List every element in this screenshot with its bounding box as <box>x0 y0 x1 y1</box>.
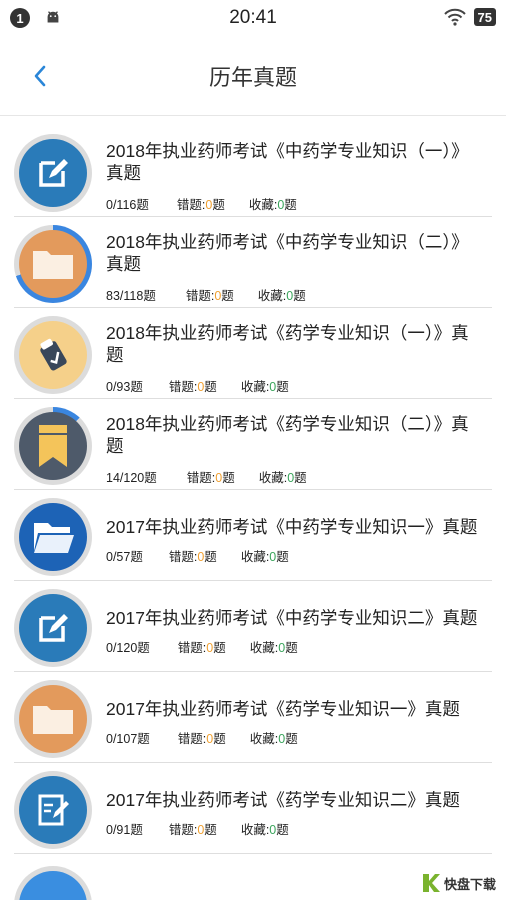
battery-indicator: 75 <box>473 8 496 26</box>
progress-count: 14/120 题 <box>106 471 157 485</box>
item-stats: 0/120 题 错题:0题 收藏:0题 <box>106 637 298 656</box>
item-title: 2018年执业药师考试《药学专业知识（一）》真题 <box>106 323 469 365</box>
app-header: 历年真题 <box>0 36 506 116</box>
watermark-logo-icon <box>421 872 441 894</box>
folder-icon <box>19 230 87 298</box>
progress-count: 0/116 题 <box>106 198 149 212</box>
item-stats: 83/118 题 错题:0题 收藏:0题 <box>106 285 306 304</box>
item-stats: 0/107 题 错题:0题 收藏:0题 <box>106 728 298 747</box>
item-title: 2018年执业药师考试《中药学专业知识（二）》真题 <box>106 232 469 274</box>
favorite-count[interactable]: 收藏:0题 <box>241 546 289 565</box>
status-bar: 1 20:41 75 <box>0 0 506 36</box>
favorite-count[interactable]: 收藏:0题 <box>258 285 306 304</box>
folder-icon <box>19 685 87 753</box>
partial-list-icon <box>14 866 92 900</box>
wrong-count[interactable]: 错题:0题 <box>169 376 217 395</box>
item-stats: 0/91 题 错题:0题 收藏:0题 <box>106 819 289 838</box>
progress-count: 0/93 题 <box>106 380 143 394</box>
item-icon-progress-ring <box>14 134 92 212</box>
bookmark-icon <box>19 412 87 480</box>
item-stats: 0/116 题 错题:0题 收藏:0题 <box>106 194 297 213</box>
wrong-count[interactable]: 错题:0题 <box>178 637 226 656</box>
favorite-count[interactable]: 收藏:0题 <box>250 637 298 656</box>
favorite-count[interactable]: 收藏:0题 <box>259 467 307 486</box>
check-tag-icon <box>19 321 87 389</box>
item-icon-progress-ring <box>14 225 92 303</box>
item-title: 2017年执业药师考试《药学专业知识二》真题 <box>106 790 460 810</box>
item-title: 2017年执业药师考试《中药学专业知识一》真题 <box>106 517 478 537</box>
wrong-count[interactable]: 错题:0题 <box>186 285 234 304</box>
favorite-count[interactable]: 收藏:0题 <box>241 376 289 395</box>
list-item[interactable]: 2018年执业药师考试《药学专业知识（一）》真题 0/93 题 错题:0题 收藏:0题 <box>0 308 506 399</box>
progress-count: 83/118 题 <box>106 289 156 303</box>
list-item[interactable]: 2017年执业药师考试《中药学专业知识一》真题 0/57 题 错题:0题 收藏:0题 <box>0 490 506 581</box>
list-item[interactable]: 2018年执业药师考试《中药学专业知识（一）》真题 0/116 题 错题:0题 收藏:… <box>0 126 506 217</box>
document-edit-icon <box>19 776 87 844</box>
wrong-count[interactable]: 错题:0题 <box>169 819 217 838</box>
item-icon-progress-ring <box>14 407 92 485</box>
progress-count: 0/120 题 <box>106 641 150 655</box>
edit-icon <box>19 139 87 207</box>
item-icon-progress-ring <box>14 498 92 576</box>
item-stats: 0/57 题 错题:0题 收藏:0题 <box>106 546 289 565</box>
item-icon-progress-ring <box>14 680 92 758</box>
list-item[interactable]: 2017年执业药师考试《药学专业知识一》真题 0/107 题 错题:0题 收藏:0题 <box>0 672 506 763</box>
favorite-count[interactable]: 收藏:0题 <box>249 194 297 213</box>
item-icon-progress-ring <box>14 771 92 849</box>
list-item[interactable]: 2018年执业药师考试《药学专业知识（二）》真题 14/120 题 错题:0题 收藏:… <box>0 399 506 490</box>
edit-icon <box>19 594 87 662</box>
wrong-count[interactable]: 错题:0题 <box>177 194 225 213</box>
progress-count: 0/91 题 <box>106 823 143 837</box>
progress-count: 0/107 题 <box>106 732 150 746</box>
item-title: 2018年执业药师考试《药学专业知识（二）》真题 <box>106 414 469 456</box>
item-stats: 0/93 题 错题:0题 收藏:0题 <box>106 376 289 395</box>
wrong-count[interactable]: 错题:0题 <box>178 728 226 747</box>
list-item[interactable]: 2017年执业药师考试《药学专业知识二》真题 0/91 题 错题:0题 收藏:0题 <box>0 763 506 854</box>
watermark-text: 快盘下载 <box>443 876 496 892</box>
favorite-count[interactable]: 收藏:0题 <box>241 819 289 838</box>
wrong-count[interactable]: 错题:0题 <box>187 467 235 486</box>
status-time: 20:41 <box>229 7 277 28</box>
item-title: 2018年执业药师考试《中药学专业知识（一）》真题 <box>106 141 469 183</box>
open-folder-icon <box>19 503 87 571</box>
item-stats: 14/120 题 错题:0题 收藏:0题 <box>106 467 307 486</box>
wrong-count[interactable]: 错题:0题 <box>169 546 217 565</box>
watermark: 快盘下载 <box>416 870 500 896</box>
item-title: 2017年执业药师考试《药学专业知识一》真题 <box>106 699 460 719</box>
status-right: 75 <box>443 8 496 26</box>
exam-list: 2018年执业药师考试《中药学专业知识（一）》真题 0/116 题错题:0题 收藏:… <box>0 126 506 854</box>
page-title: 历年真题 <box>208 65 297 90</box>
item-title: 2017年执业药师考试《中药学专业知识二》真题 <box>106 608 478 628</box>
list-item[interactable]: 2017年执业药师考试《中药学专业知识二》真题 0/120 题 错题:0题 收藏:0题 <box>0 581 506 672</box>
wifi-icon <box>443 8 466 26</box>
item-icon-progress-ring <box>14 316 92 394</box>
list-item[interactable]: 2018年执业药师考试《中药学专业知识（二）》真题 83/118 题 错题:0题 收藏… <box>0 217 506 308</box>
progress-count: 0/57 题 <box>106 550 143 564</box>
item-icon-progress-ring <box>14 589 92 667</box>
favorite-count[interactable]: 收藏:0题 <box>250 728 298 747</box>
